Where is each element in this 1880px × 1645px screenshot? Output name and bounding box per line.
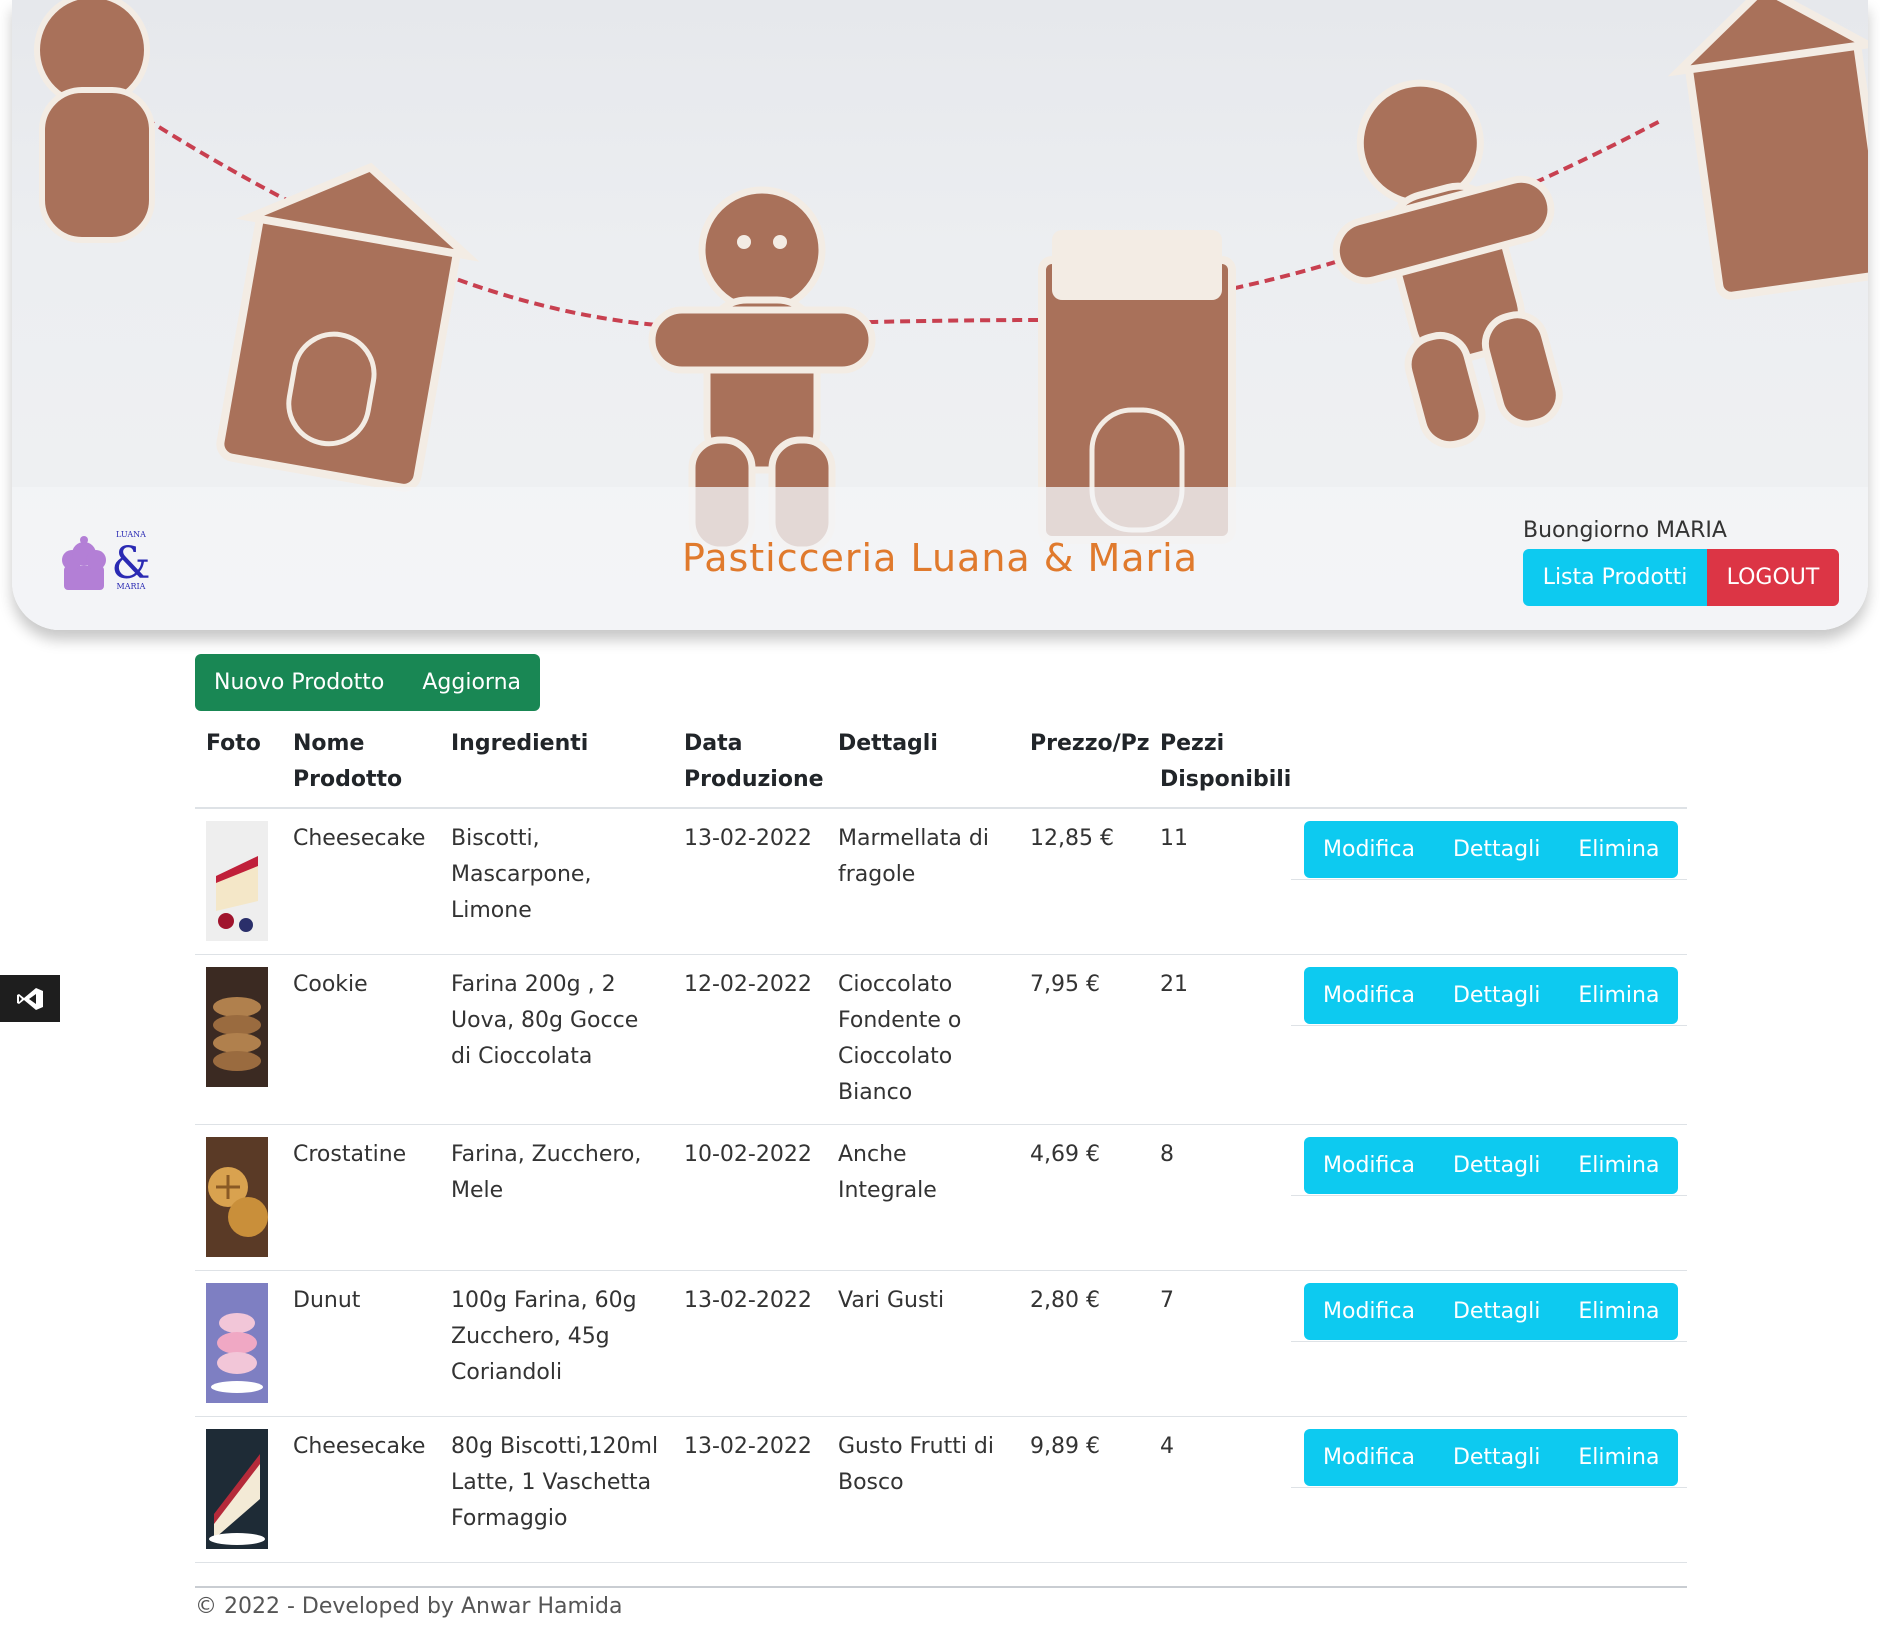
delete-button[interactable]: Elimina xyxy=(1559,967,1679,1024)
cell-ingredients: Farina 200g , 2 Uova, 80g Gocce di Ciocc… xyxy=(451,972,639,1069)
logout-button[interactable]: LOGOUT xyxy=(1707,549,1839,606)
table-row: Dunut 100g Farina, 60g Zucchero, 45g Cor… xyxy=(195,1271,1687,1417)
row-actions: Modifica Dettagli Elimina xyxy=(1304,1429,1679,1486)
cell-date: 13-02-2022 xyxy=(684,826,812,851)
header-price: Prezzo/Pz xyxy=(1030,731,1150,756)
nav-button-group: Lista Prodotti LOGOUT xyxy=(1523,549,1839,606)
edit-button[interactable]: Modifica xyxy=(1304,821,1434,878)
table-row: Crostatine Farina, Zucchero, Mele 10-02-… xyxy=(195,1125,1687,1271)
cell-name: Cheesecake xyxy=(293,1434,426,1459)
refresh-button[interactable]: Aggiorna xyxy=(403,654,541,711)
product-list-button[interactable]: Lista Prodotti xyxy=(1523,549,1707,606)
cell-price: 4,69 € xyxy=(1030,1142,1100,1167)
edit-button[interactable]: Modifica xyxy=(1304,1429,1434,1486)
product-photo-crostatine xyxy=(206,1137,268,1257)
user-greeting: Buongiorno MARIA xyxy=(1523,518,1727,543)
header-date: Data Produzione xyxy=(684,731,824,792)
cell-stock: 4 xyxy=(1160,1434,1174,1459)
header-details: Dettagli xyxy=(838,731,938,756)
table-header: Foto Nome Prodotto Ingredienti Data Prod… xyxy=(195,722,1687,809)
cell-stock: 21 xyxy=(1160,972,1188,997)
cell-name: Cheesecake xyxy=(293,826,426,851)
row-actions: Modifica Dettagli Elimina xyxy=(1304,1283,1679,1340)
header-ingredients: Ingredienti xyxy=(451,731,589,756)
cell-name: Cookie xyxy=(293,972,368,997)
svg-text:MARIA: MARIA xyxy=(117,582,146,591)
product-toolbar: Nuovo Prodotto Aggiorna xyxy=(195,654,541,711)
cell-ingredients: Biscotti, Mascarpone, Limone xyxy=(451,826,592,923)
cell-name: Crostatine xyxy=(293,1142,407,1167)
cell-price: 9,89 € xyxy=(1030,1434,1100,1459)
products-table: Foto Nome Prodotto Ingredienti Data Prod… xyxy=(195,722,1687,1563)
delete-button[interactable]: Elimina xyxy=(1559,821,1679,878)
browser-link-widget[interactable] xyxy=(0,975,60,1022)
table-row: Cookie Farina 200g , 2 Uova, 80g Gocce d… xyxy=(195,955,1687,1125)
details-button[interactable]: Dettagli xyxy=(1433,1429,1560,1486)
cell-price: 7,95 € xyxy=(1030,972,1100,997)
cell-price: 2,80 € xyxy=(1030,1288,1100,1313)
header-photo: Foto xyxy=(206,731,261,756)
product-photo-cookie xyxy=(206,967,268,1087)
cell-details: Gusto Frutti di Bosco xyxy=(838,1434,995,1495)
visual-studio-icon xyxy=(17,987,43,1010)
details-button[interactable]: Dettagli xyxy=(1433,1283,1560,1340)
hero-banner: LUANA & MARIA Pasticceria Luana & Maria … xyxy=(12,0,1868,630)
cell-details: Vari Gusti xyxy=(838,1288,945,1313)
cell-stock: 8 xyxy=(1160,1142,1174,1167)
table-row: Cheesecake 80g Biscotti,120ml Latte, 1 V… xyxy=(195,1417,1687,1563)
details-button[interactable]: Dettagli xyxy=(1433,821,1560,878)
cell-ingredients: 80g Biscotti,120ml Latte, 1 Vaschetta Fo… xyxy=(451,1434,659,1531)
footer: © 2022 - Developed by Anwar Hamida xyxy=(195,1586,1687,1619)
cell-details: Anche Integrale xyxy=(838,1142,937,1203)
table-row: Cheesecake Biscotti, Mascarpone, Limone … xyxy=(195,809,1687,955)
row-actions: Modifica Dettagli Elimina xyxy=(1304,821,1679,878)
cell-name: Dunut xyxy=(293,1288,361,1313)
cell-details: Marmellata di fragole xyxy=(838,826,989,887)
new-product-button[interactable]: Nuovo Prodotto xyxy=(195,654,404,711)
delete-button[interactable]: Elimina xyxy=(1559,1283,1679,1340)
details-button[interactable]: Dettagli xyxy=(1433,967,1560,1024)
details-button[interactable]: Dettagli xyxy=(1433,1137,1560,1194)
cell-date: 12-02-2022 xyxy=(684,972,812,997)
product-photo-cheesecake xyxy=(206,821,268,941)
cell-details: Cioccolato Fondente o Cioccolato Bianco xyxy=(838,972,962,1105)
header-stock: Pezzi Disponibili xyxy=(1160,731,1292,792)
cell-ingredients: 100g Farina, 60g Zucchero, 45g Coriandol… xyxy=(451,1288,637,1385)
edit-button[interactable]: Modifica xyxy=(1304,1137,1434,1194)
cell-ingredients: Farina, Zucchero, Mele xyxy=(451,1142,642,1203)
row-actions: Modifica Dettagli Elimina xyxy=(1304,1137,1679,1194)
cell-date: 10-02-2022 xyxy=(684,1142,812,1167)
edit-button[interactable]: Modifica xyxy=(1304,967,1434,1024)
header-name: Nome Prodotto xyxy=(293,731,403,792)
row-actions: Modifica Dettagli Elimina xyxy=(1304,967,1679,1024)
delete-button[interactable]: Elimina xyxy=(1559,1137,1679,1194)
delete-button[interactable]: Elimina xyxy=(1559,1429,1679,1486)
cell-stock: 7 xyxy=(1160,1288,1174,1313)
cell-date: 13-02-2022 xyxy=(684,1434,812,1459)
product-photo-cheesecake-berries xyxy=(206,1429,268,1549)
edit-button[interactable]: Modifica xyxy=(1304,1283,1434,1340)
footer-text: © 2022 - Developed by Anwar Hamida xyxy=(195,1594,623,1619)
product-photo-dunut xyxy=(206,1283,268,1403)
cell-date: 13-02-2022 xyxy=(684,1288,812,1313)
cell-stock: 11 xyxy=(1160,826,1188,851)
cell-price: 12,85 € xyxy=(1030,826,1114,851)
